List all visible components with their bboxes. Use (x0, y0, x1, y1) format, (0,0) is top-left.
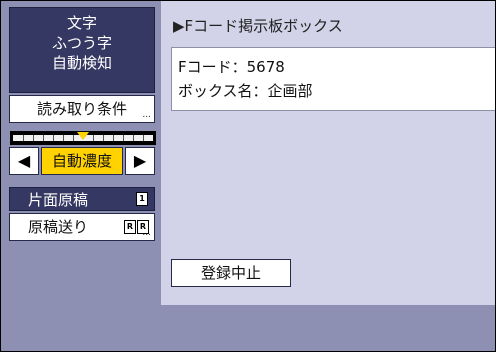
density-scale (10, 131, 156, 145)
arrow-left-icon: ◀ (17, 151, 31, 170)
single-sided-original-label: 片面原稿 (28, 191, 89, 209)
more-options-icon: ... (142, 110, 151, 120)
scale-tick (23, 135, 24, 141)
bottom-status-strip (161, 305, 495, 351)
mode-line-text: 文字 (66, 14, 97, 32)
original-type-indicator[interactable]: 文字 ふつう字 自動検知 (9, 7, 155, 93)
reading-conditions-button[interactable]: 読み取り条件 ... (9, 95, 155, 123)
rotate-doc-icon: R (124, 220, 136, 234)
scale-tick (143, 135, 144, 141)
original-feed-button[interactable]: 原稿送り R R ... (9, 213, 155, 241)
box-info-field: Fコード：5678 ボックス名：企画部 (171, 47, 495, 111)
density-lighter-button[interactable]: ◀ (9, 147, 39, 175)
single-sided-original-button[interactable]: 片面原稿 1 (9, 187, 155, 211)
fax-panel-screen: 文字 ふつう字 自動検知 読み取り条件 ... ◀ 自動濃度 ▶ 片面原稿 1 … (1, 1, 495, 351)
scale-tick (43, 135, 44, 141)
mode-line-normal: ふつう字 (51, 34, 112, 52)
scale-tick (93, 135, 94, 141)
box-name-value: ボックス名：企画部 (178, 82, 313, 100)
cancel-registration-button[interactable]: 登録中止 (171, 259, 291, 287)
fcode-box-panel: ▶Fコード掲示板ボックス Fコード：5678 ボックス名：企画部 登録中止 (161, 1, 495, 305)
scale-tick (113, 135, 114, 141)
density-darker-button[interactable]: ▶ (125, 147, 155, 175)
scale-tick (63, 135, 64, 141)
more-options-icon: ... (142, 228, 151, 238)
auto-density-button[interactable]: 自動濃度 (41, 147, 123, 175)
scale-tick (33, 135, 34, 141)
cancel-registration-label: 登録中止 (200, 264, 261, 282)
original-feed-label: 原稿送り (28, 218, 89, 236)
scale-tick (123, 135, 124, 141)
fcode-value: Fコード：5678 (178, 58, 285, 76)
single-side-doc-icon: 1 (136, 192, 148, 206)
density-level-marker-icon (77, 132, 89, 140)
scale-tick (133, 135, 134, 141)
mode-line-auto-detect: 自動検知 (51, 54, 112, 72)
left-settings-column: 文字 ふつう字 自動検知 読み取り条件 ... ◀ 自動濃度 ▶ 片面原稿 1 … (1, 1, 161, 351)
scale-tick (103, 135, 104, 141)
arrow-right-icon: ▶ (133, 151, 147, 170)
auto-density-label: 自動濃度 (51, 152, 112, 170)
scale-tick (73, 135, 74, 141)
scale-tick (53, 135, 54, 141)
reading-conditions-label: 読み取り条件 (36, 100, 127, 118)
panel-title: ▶Fコード掲示板ボックス (173, 17, 343, 35)
